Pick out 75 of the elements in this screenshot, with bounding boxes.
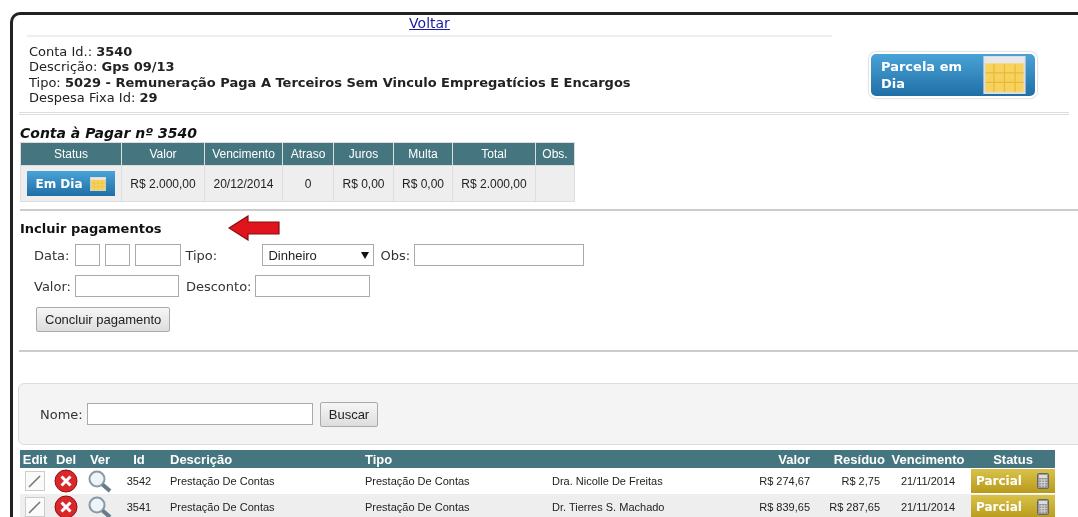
column-header: Status (971, 450, 1055, 468)
table-cell: Prestação De Contas (360, 494, 545, 517)
month-field[interactable] (105, 244, 131, 266)
day-field[interactable] (75, 244, 101, 266)
discount-field[interactable] (255, 275, 371, 297)
column-header: Obs. (535, 142, 575, 166)
column-header: Descrição (160, 450, 360, 468)
section-title: Conta à Pagar nº 3540 (20, 125, 198, 142)
table-cell: 0 (282, 165, 334, 202)
pencil-icon[interactable] (25, 497, 45, 517)
table-cell: 20/12/2014 (204, 165, 283, 202)
value-field[interactable] (74, 275, 179, 297)
table-cell: R$ 287,65 (810, 494, 885, 517)
table-cell: R$ 2.000,00 (452, 165, 536, 202)
field-label: Valor: (34, 278, 71, 294)
calendar-icon (88, 176, 107, 191)
table-cell: 21/11/2014 (885, 468, 971, 494)
pencil-icon[interactable] (25, 471, 45, 491)
left-arrow-icon (228, 215, 280, 241)
column-header: Tipo (360, 450, 545, 468)
table-cell: Prestação De Contas (360, 468, 545, 494)
submit-button[interactable]: Concluir pagamento (36, 307, 171, 332)
field-label: Tipo: (185, 247, 219, 263)
calendar-icon (982, 55, 1027, 94)
account-field: Tipo: 5029 - Remuneração Paga A Terceiros Sem Vinculo Empregatícios E Encargos (29, 74, 869, 90)
table-cell: R$ 839,65 (715, 494, 810, 517)
back-link[interactable]: Voltar (409, 15, 450, 31)
table-cell: Prestação De Contas (160, 494, 360, 517)
field-label: Obs: (380, 247, 411, 263)
caret-icon (361, 251, 370, 259)
obs-field[interactable] (414, 244, 585, 266)
table-cell: R$ 2.000,00 (121, 165, 205, 202)
column-header: Id (118, 450, 160, 468)
table-cell: R$ 0,00 (333, 165, 394, 202)
status-badge[interactable]: Em Dia (27, 171, 115, 196)
column-header: Edit (20, 450, 50, 468)
field-label: Desconto: (185, 278, 252, 294)
table-cell: Prestação De Contas (160, 468, 360, 494)
column-header: Multa (393, 142, 453, 166)
search-button[interactable]: Buscar (319, 401, 379, 427)
table-cell: R$ 274,67 (715, 468, 810, 494)
calculator-icon (1037, 473, 1049, 489)
field-label: Nome: (40, 406, 83, 422)
table-cell: Dr. Tierres S. Machado (545, 494, 715, 517)
column-header: Valor (715, 450, 810, 468)
section-title: Incluir pagamentos (20, 220, 163, 236)
delete-icon[interactable] (54, 495, 78, 517)
account-field: Despesa Fixa Id: 29 (29, 90, 869, 106)
column-header: Del (50, 450, 82, 468)
account-field: Descrição: Gps 09/13 (29, 59, 869, 75)
column-header: Resíduo (810, 450, 885, 468)
search-icon[interactable] (87, 495, 113, 517)
type-dropdown[interactable]: Dinheiro (262, 244, 375, 266)
table-cell: R$ 0,00 (393, 165, 453, 202)
calculator-icon (1037, 499, 1049, 515)
table-cell: 3542 (118, 468, 160, 494)
status-button[interactable]: Parcela em Dia (869, 51, 1037, 98)
table-cell: R$ 2,75 (810, 468, 885, 494)
table-cell: 3541 (118, 494, 160, 517)
field-label: Data: (34, 247, 70, 263)
table-cell: 21/11/2014 (885, 494, 971, 517)
delete-icon[interactable] (54, 469, 78, 493)
account-field: Conta Id.: 3540 (29, 43, 869, 59)
table-cell: Dra. Nicolle De Freitas (545, 468, 715, 494)
name-field[interactable] (86, 403, 313, 425)
year-field[interactable] (135, 244, 182, 266)
search-icon[interactable] (87, 469, 113, 493)
column-header: Total (452, 142, 536, 166)
column-header: Atraso (282, 142, 334, 166)
column-header: Ver (82, 450, 118, 468)
column-header: Vencimento (885, 450, 971, 468)
column-header: Juros (333, 142, 394, 166)
column-header: Vencimento (204, 142, 283, 166)
column-header: Valor (121, 142, 205, 166)
column-header: Status (20, 142, 122, 166)
